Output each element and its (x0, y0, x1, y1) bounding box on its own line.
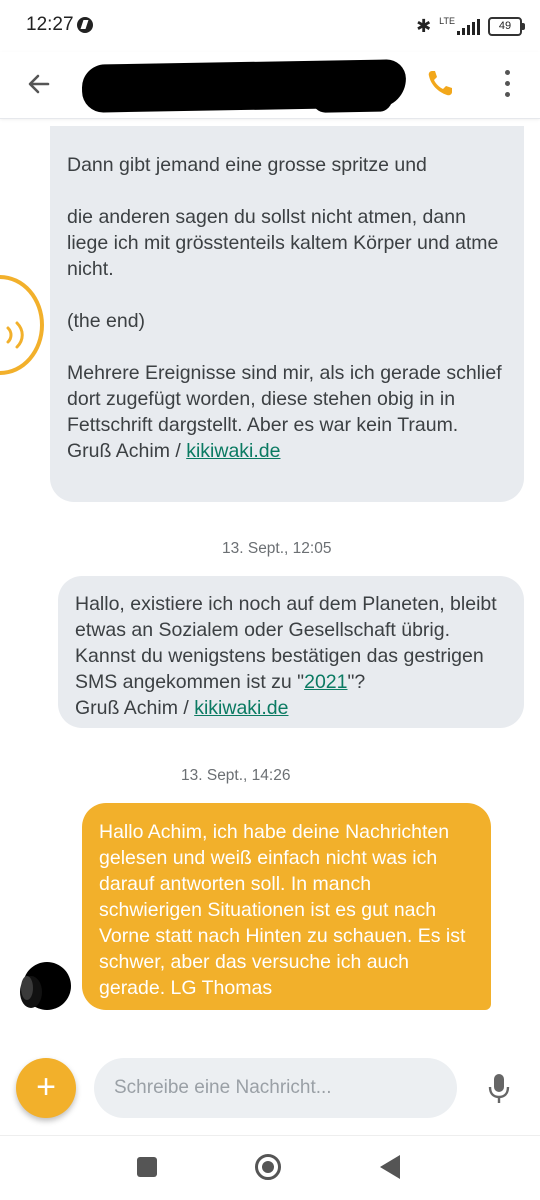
signal-icon: LTE (439, 17, 480, 35)
conversation-header (0, 52, 540, 119)
phone-icon[interactable] (424, 66, 458, 100)
signature-text: Gruß Achim / (67, 440, 187, 462)
signature-link[interactable]: kikiwaki.de (194, 697, 288, 719)
bluetooth-icon: ✱ (416, 15, 432, 37)
redacted-avatar (20, 962, 71, 1010)
battery-level: 49 (498, 20, 512, 32)
message-text: Dann gibt jemand eine grosse spritze und (67, 154, 427, 176)
message-bubble-incoming[interactable]: Dann gibt jemand eine grosse spritze und… (50, 126, 524, 502)
nav-divider (0, 1135, 540, 1136)
message-text-part: Hallo, existiere ich noch auf dem Planet… (75, 593, 497, 693)
message-text-part: "? (347, 671, 366, 693)
battery-icon: 49 (488, 16, 525, 36)
message-text: Mehrere Ereignisse sind mir, als ich ger… (67, 362, 502, 436)
back-triangle-icon[interactable] (380, 1155, 400, 1179)
message-timestamp: 13. Sept., 14:26 (181, 767, 291, 784)
message-bubble-outgoing[interactable]: Hallo Achim, ich habe deine Nachrichten … (82, 803, 491, 1010)
signature-text: Gruß Achim / (75, 697, 195, 719)
status-bar: 12:27 ✱ LTE 49 (0, 0, 540, 52)
more-vert-icon[interactable] (494, 66, 522, 102)
back-arrow-icon[interactable] (22, 66, 58, 102)
message-signature: Gruß Achim / kikiwaki.de (67, 438, 506, 464)
sound-waves-icon (6, 321, 24, 349)
signature-link[interactable]: kikiwaki.de (186, 440, 280, 462)
add-attachment-button[interactable]: + (16, 1058, 76, 1118)
mic-icon[interactable] (486, 1072, 512, 1106)
message-text: die anderen sagen du sollst nicht atmen,… (67, 206, 499, 280)
message-text: Hallo Achim, ich habe deine Nachrichten … (99, 821, 466, 999)
home-circle-icon[interactable] (255, 1154, 281, 1180)
message-signature: Gruß Achim / kikiwaki.de (75, 695, 508, 721)
redacted-contact-name (81, 59, 407, 113)
message-input[interactable] (94, 1058, 457, 1118)
message-text: Hallo, existiere ich noch auf dem Planet… (75, 591, 508, 695)
status-icons: ✱ LTE 49 (416, 14, 525, 38)
bolt-icon (77, 17, 93, 33)
status-time: 12:27 (26, 14, 74, 35)
message-inline-link[interactable]: 2021 (304, 671, 347, 693)
network-type: LTE (439, 16, 455, 26)
message-bubble-incoming[interactable]: Hallo, existiere ich noch auf dem Planet… (58, 576, 524, 728)
message-text: (the end) (67, 310, 146, 332)
plus-icon: + (36, 1068, 56, 1106)
messaging-screen: 12:27 ✱ LTE 49 Dann gibt jemand eine gro… (0, 0, 540, 1200)
recents-square-icon[interactable] (137, 1157, 157, 1177)
message-timestamp: 13. Sept., 12:05 (222, 540, 332, 557)
